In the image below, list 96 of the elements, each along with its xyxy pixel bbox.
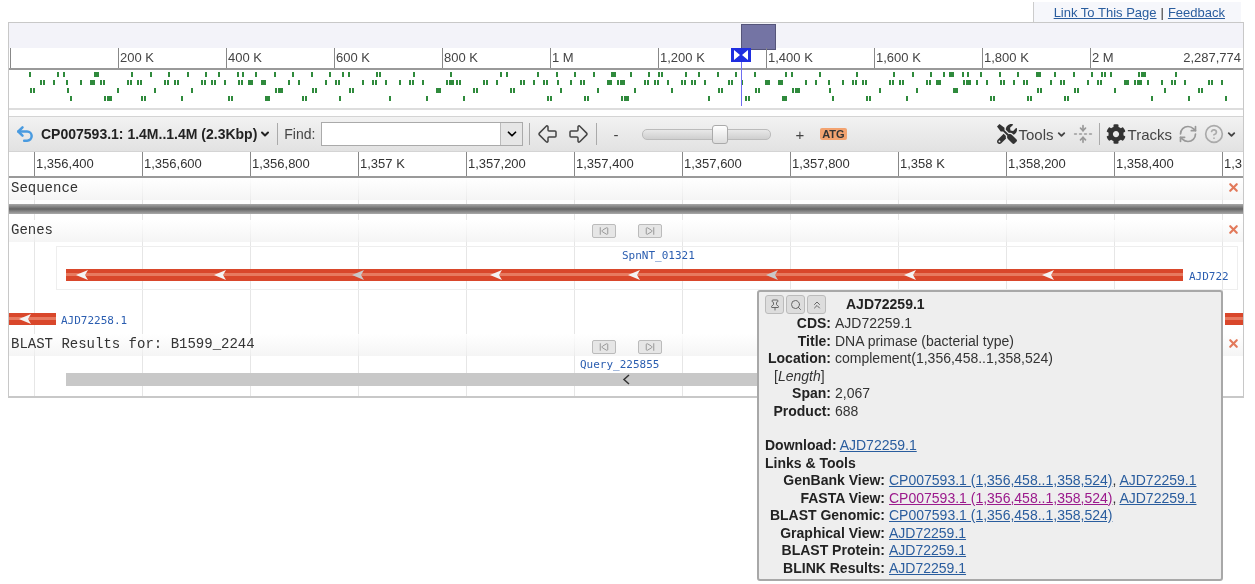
ruler-label: 1,357,600 — [684, 156, 742, 171]
refresh-icon[interactable] — [1178, 124, 1198, 144]
tracks-button[interactable]: Tracks — [1105, 124, 1172, 144]
field-label: CDS: — [795, 315, 831, 333]
close-button[interactable] — [1227, 181, 1240, 194]
next-button[interactable] — [638, 224, 662, 238]
popup-link[interactable]: AJD72259.1 — [1119, 472, 1197, 488]
popup-link[interactable]: AJD72259.1 — [889, 524, 967, 541]
fold-icon[interactable] — [1072, 124, 1093, 144]
field-label: Span: — [791, 385, 831, 403]
pan-right-icon[interactable] — [566, 122, 591, 146]
ruler-label: 1,400 K — [768, 50, 813, 65]
ruler-label: 1,358,200 — [1008, 156, 1066, 171]
ruler-label: 1,357 K — [360, 156, 405, 171]
field-value: 688 — [835, 402, 860, 420]
popup-link[interactable]: AJD72259.1 — [889, 559, 967, 576]
zoom-out-button[interactable]: - — [613, 125, 619, 143]
dropdown-button[interactable] — [500, 123, 523, 145]
ruler-label: 1,357,800 — [792, 156, 850, 171]
header-link[interactable]: Link To This Page — [1053, 4, 1157, 20]
gene-label[interactable]: AJD722 — [1189, 270, 1229, 283]
ruler-label: 1,356,800 — [252, 156, 310, 171]
ruler-label: 1,357,200 — [468, 156, 526, 171]
previous-button[interactable] — [592, 224, 616, 238]
field-value: 2,067 — [835, 385, 872, 403]
skip-back-icon — [599, 342, 609, 352]
link-separator: | — [1160, 4, 1164, 20]
ruler-label: 1,356,600 — [144, 156, 202, 171]
ruler-label: 600 K — [336, 50, 370, 65]
gear-icon — [1105, 124, 1126, 144]
gene-bar[interactable] — [9, 313, 56, 325]
field-value: DNA primase (bacterial type) — [835, 332, 1015, 350]
sequence-button[interactable]: ATG — [820, 128, 847, 140]
pin-button[interactable] — [765, 295, 784, 314]
skip-forward-icon — [645, 226, 655, 236]
find-label: Find: — [284, 126, 316, 142]
download-link[interactable]: AJD72259.1 — [839, 437, 917, 453]
field-label: Graphical View: — [779, 524, 885, 542]
link-separator: , — [1112, 472, 1118, 488]
ruler-label: 1 M — [552, 50, 574, 65]
ruler-label: 1,358 K — [900, 156, 945, 171]
ruler-label: 800 K — [444, 50, 478, 65]
previous-button[interactable] — [592, 340, 616, 354]
field-label: BLAST Genomic: — [768, 507, 885, 525]
popup-link[interactable]: AJD72259.1 — [1119, 489, 1197, 506]
ruler-label: 1,3 — [1224, 156, 1243, 171]
ruler-label: 1,800 K — [984, 50, 1029, 65]
popup-link[interactable]: CP007593.1 (1,356,458..1,358,524) — [889, 507, 1113, 523]
track-label: Genes — [9, 220, 1243, 242]
ruler-label: 400 K — [228, 50, 262, 65]
find-field[interactable] — [321, 122, 524, 146]
search-button[interactable] — [786, 295, 805, 314]
close-button[interactable] — [1227, 337, 1240, 350]
popup-link[interactable]: AJD72259.1 — [889, 542, 967, 558]
field-label: BLAST Protein: — [780, 542, 885, 560]
header-link[interactable]: Feedback — [1167, 4, 1225, 20]
slider-thumb[interactable] — [711, 124, 728, 144]
section-heading: Links & Tools — [765, 454, 857, 472]
ruler-label: 200 K — [120, 50, 154, 65]
tools-icon — [996, 124, 1017, 144]
field-label: BLINK Results: — [782, 559, 885, 577]
length-note: [Length] — [773, 367, 826, 385]
help-icon — [1204, 124, 1224, 144]
group-label: SpnNT_01321 — [622, 249, 695, 262]
field-label: Product: — [772, 402, 831, 420]
popup-title: AJD72259.1 — [846, 295, 925, 314]
next-button[interactable] — [638, 340, 662, 354]
group-label: Query_225855 — [580, 358, 660, 371]
field-label: Title: — [796, 332, 831, 350]
ruler-label: 1,357,400 — [576, 156, 634, 171]
ruler-label: 2,287,774 — [1183, 50, 1241, 65]
help-button[interactable] — [1204, 124, 1237, 144]
search-icon — [789, 298, 802, 311]
field-label: GenBank View: — [782, 472, 885, 490]
location-dropdown[interactable]: CP007593.1: 1.4M..1.4M (2.3Kbp) — [41, 126, 272, 142]
skip-forward-icon — [645, 342, 655, 352]
gene-label[interactable]: AJD72258.1 — [61, 314, 128, 327]
close-button[interactable] — [1227, 223, 1240, 236]
field-value: AJD72259.1 — [835, 315, 914, 333]
track-label: Sequence — [9, 178, 1243, 200]
tools-button[interactable]: Tools — [996, 124, 1067, 144]
field-label: Download: — [765, 437, 837, 453]
ruler-label: 1,358,400 — [1116, 156, 1174, 171]
ruler-label: 1,600 K — [876, 50, 921, 65]
skip-back-icon — [599, 226, 609, 236]
ruler-label: 1,356,400 — [36, 156, 94, 171]
link-separator: , — [1112, 489, 1118, 506]
ruler-label: 1,200 K — [660, 50, 705, 65]
gene-bar[interactable] — [66, 269, 1183, 281]
position-marker-icon[interactable] — [731, 48, 751, 62]
field-label: FASTA View: — [799, 489, 885, 507]
back-icon[interactable] — [15, 124, 35, 144]
ruler-label: 2 M — [1092, 50, 1114, 65]
pin-icon — [768, 298, 781, 311]
collapse-button[interactable] — [807, 295, 826, 314]
zoom-in-button[interactable]: + — [795, 125, 805, 143]
